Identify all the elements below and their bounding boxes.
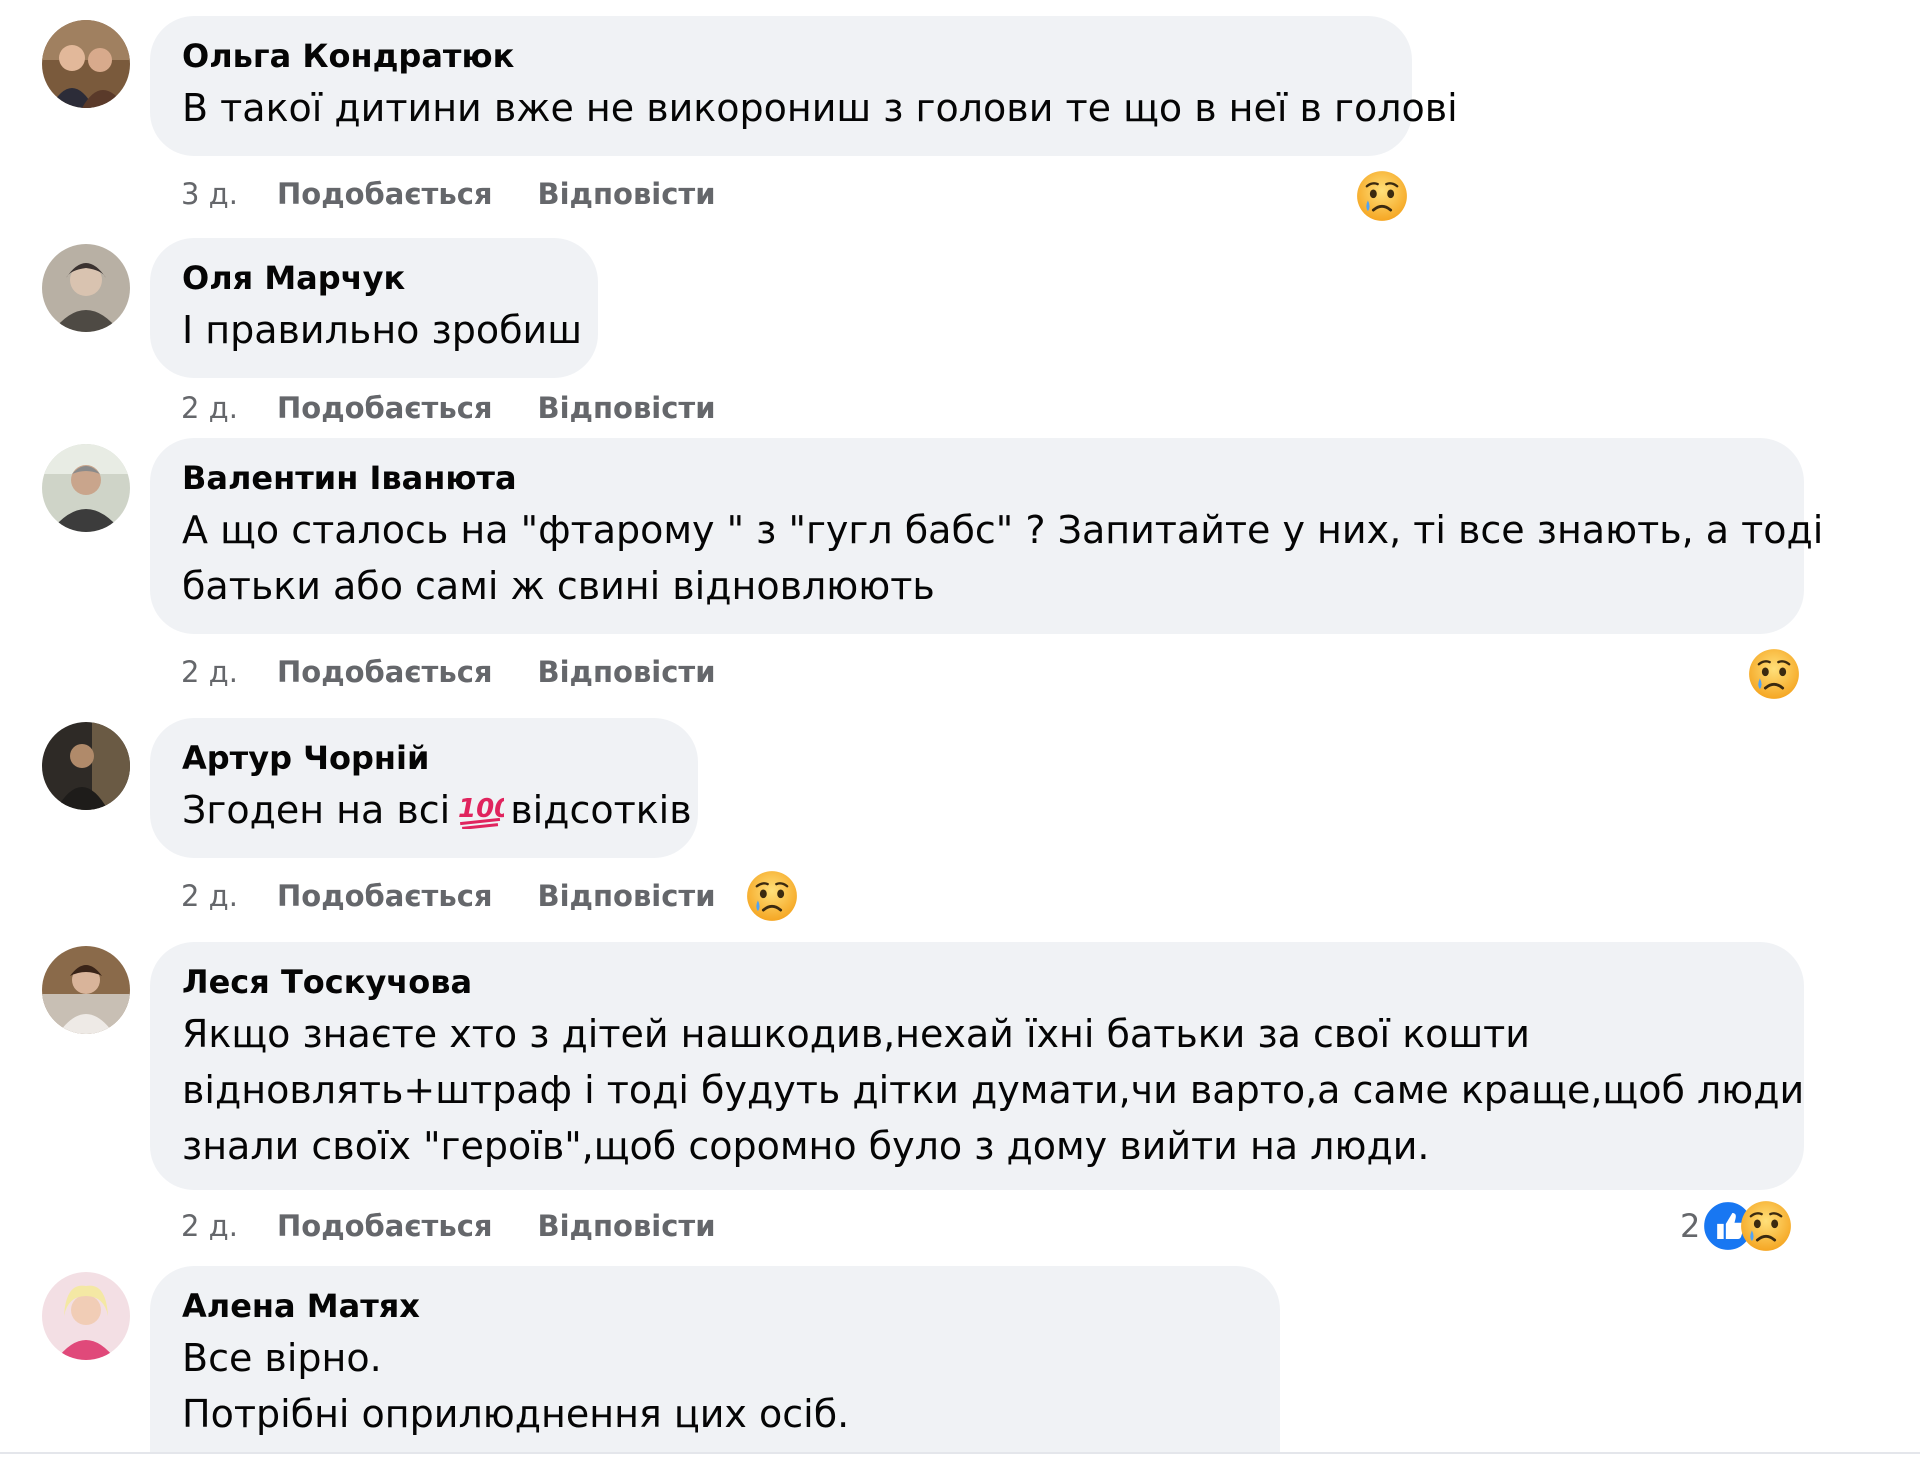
avatar[interactable] (42, 444, 130, 532)
like-button[interactable]: Подобається (277, 879, 493, 913)
comment-text-line: знали своїх "героїв",щоб соромно було з … (182, 1124, 1430, 1168)
comment-text-line: В такої дитини вже не викорониш з голови… (182, 86, 1458, 130)
reply-button[interactable]: Відповісти (538, 1209, 716, 1243)
like-button[interactable]: Подобається (277, 177, 493, 211)
comment-bubble: Ольга Кондратюк В такої дитини вже не ви… (150, 16, 1458, 156)
comment-time[interactable]: 2 д. (181, 655, 277, 689)
comment-bubble: Оля Марчук І правильно зробиш (150, 238, 598, 378)
comment-author[interactable]: Оля Марчук (182, 258, 566, 298)
comment-author[interactable]: Артур Чорній (182, 738, 666, 778)
comment-text-line: Згоден на всі100відсотків (182, 782, 692, 838)
comment-actions: 2 д. Подобається Відповісти (181, 876, 716, 916)
like-button[interactable]: Подобається (277, 655, 493, 689)
reaction-summary[interactable] (1748, 648, 1800, 700)
comment-actions: 3 д. Подобається Відповісти (181, 174, 716, 214)
sad-reaction-icon (746, 870, 798, 922)
comment-text-line: батьки або самі ж свині відновлюють (182, 564, 935, 608)
hundred-points-emoji-icon: 100 (458, 794, 504, 829)
comment-author[interactable]: Валентин Іванюта (182, 458, 1772, 498)
comment-text-part: Згоден на всі (182, 788, 451, 832)
comment-time[interactable]: 2 д. (181, 391, 277, 425)
like-button[interactable]: Подобається (277, 391, 493, 425)
comment-bubble: Артур Чорній Згоден на всі100відсотків (150, 718, 698, 858)
comment-actions: 2 д. Подобається Відповісти (181, 388, 716, 428)
comment-text-part: відсотків (510, 788, 692, 832)
bottom-divider (0, 1452, 1920, 1466)
sad-reaction-icon (1748, 648, 1800, 700)
comment-text: Згоден на всі100відсотків (182, 782, 692, 838)
like-button[interactable]: Подобається (277, 1209, 493, 1243)
comment-text: І правильно зробиш (182, 302, 582, 358)
comment-text: Все вірно. Потрібні оприлюднення цих осі… (182, 1330, 1248, 1442)
reaction-summary[interactable] (746, 870, 798, 922)
comment-time[interactable]: 2 д. (181, 1209, 277, 1243)
comment-time[interactable]: 2 д. (181, 879, 277, 913)
avatar[interactable] (42, 722, 130, 810)
reaction-summary[interactable]: 2 (1680, 1200, 1792, 1252)
reaction-count: 2 (1680, 1207, 1701, 1245)
comment-text-line: І правильно зробиш (182, 308, 582, 352)
comment-bubble: Валентин Іванюта А що сталось на "фтаром… (150, 438, 1824, 634)
comment-text-line: Все вірно. (182, 1336, 382, 1380)
comments-page: Ольга Кондратюк В такої дитини вже не ви… (0, 0, 1920, 1466)
comment-actions: 2 д. Подобається Відповісти (181, 1206, 716, 1246)
comment-actions: 2 д. Подобається Відповісти (181, 652, 716, 692)
comment-author[interactable]: Алена Матях (182, 1286, 1248, 1326)
comment-text-line: Потрібні оприлюднення цих осіб. (182, 1392, 850, 1436)
comment-bubble: Алена Матях Все вірно. Потрібні оприлюдн… (150, 1266, 1280, 1466)
avatar[interactable] (42, 244, 130, 332)
sad-reaction-icon (1356, 170, 1408, 222)
avatar[interactable] (42, 1272, 130, 1360)
comment-bubble: Леся Тоскучова Якщо знаєте хто з дітей н… (150, 942, 1804, 1190)
avatar[interactable] (42, 20, 130, 108)
sad-reaction-icon (1740, 1200, 1792, 1252)
reply-button[interactable]: Відповісти (538, 391, 716, 425)
reply-button[interactable]: Відповісти (538, 655, 716, 689)
comment-author[interactable]: Ольга Кондратюк (182, 36, 1380, 76)
comment-text-line: відновлять+штраф і тоді будуть дітки дум… (182, 1068, 1805, 1112)
reply-button[interactable]: Відповісти (538, 879, 716, 913)
reaction-summary[interactable] (1356, 170, 1408, 222)
comment-text: Якщо знаєте хто з дітей нашкодив,нехай ї… (182, 1006, 1805, 1174)
comment-text-line: А що сталось на "фтарому " з "гугл бабс"… (182, 508, 1824, 552)
comment-time[interactable]: 3 д. (181, 177, 277, 211)
avatar[interactable] (42, 946, 130, 1034)
comment-author[interactable]: Леся Тоскучова (182, 962, 1772, 1002)
comment-text: В такої дитини вже не викорониш з голови… (182, 80, 1458, 136)
comment-text: А що сталось на "фтарому " з "гугл бабс"… (182, 502, 1824, 614)
comment-text-line: Якщо знаєте хто з дітей нашкодив,нехай ї… (182, 1012, 1530, 1056)
reply-button[interactable]: Відповісти (538, 177, 716, 211)
